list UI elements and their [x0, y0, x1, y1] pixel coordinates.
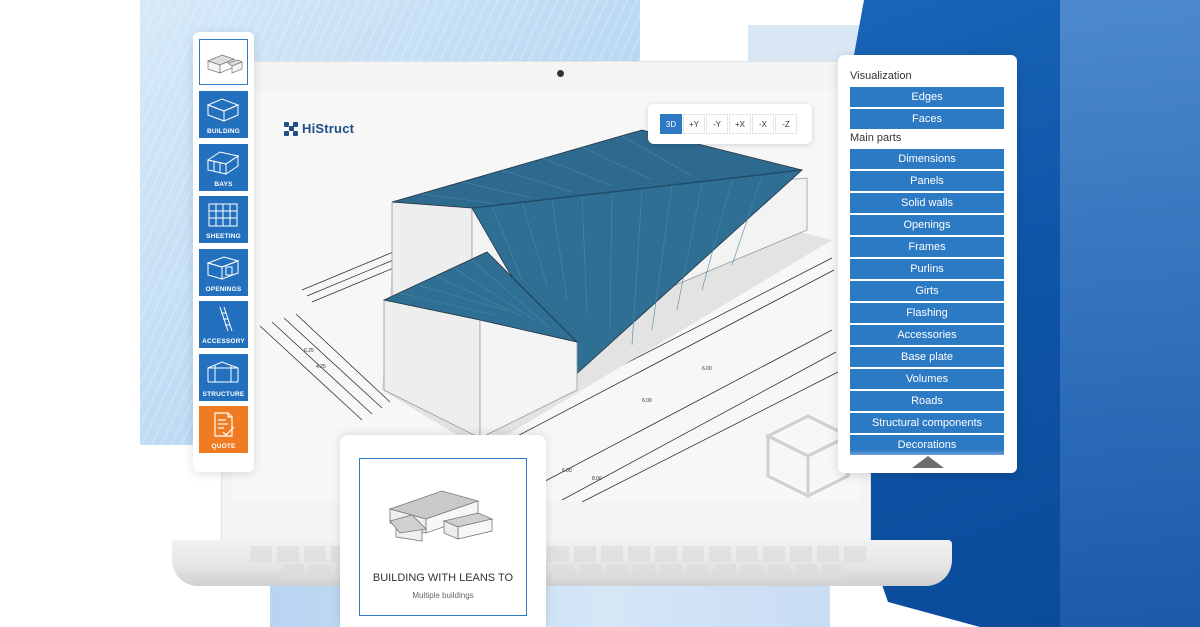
toggle-flashing[interactable]: Flashing	[850, 303, 1004, 323]
step-label: OPENINGS	[205, 285, 242, 293]
toggle-roads[interactable]: Roads	[850, 391, 1004, 411]
svg-text:6.00: 6.00	[642, 398, 652, 404]
toggle-edges[interactable]: Edges	[850, 87, 1004, 107]
background-blue-overlay	[1060, 0, 1200, 627]
visualization-label: Visualization	[850, 70, 912, 82]
view-button-plus-y[interactable]: +Y	[683, 114, 705, 134]
toggle-base-plate[interactable]: Base plate	[850, 347, 1004, 367]
step-label: ACCESSORY	[202, 338, 245, 345]
toggle-frames[interactable]: Frames	[850, 237, 1004, 257]
svg-text:4.25: 4.25	[316, 364, 326, 370]
accessory-icon	[219, 306, 233, 332]
step-bays[interactable]: BAYS	[199, 143, 248, 191]
building-thumbnail-icon	[206, 54, 243, 74]
toggle-volumes[interactable]: Volumes	[850, 369, 1004, 389]
step-accessory[interactable]: ACCESSORY	[199, 301, 248, 348]
toggle-structural-components[interactable]: Structural components	[850, 413, 1004, 433]
scroll-up-arrow-icon[interactable]	[912, 456, 944, 468]
building-card-title: BUILDING WITH LEANS TO	[372, 572, 514, 584]
svg-text:6.25: 6.25	[304, 348, 314, 354]
building-thumbnail[interactable]	[199, 39, 248, 85]
building-with-leans-illustration	[388, 490, 494, 542]
sheeting-icon	[208, 203, 238, 227]
step-building[interactable]: BUILDING	[199, 91, 248, 138]
building-type-card[interactable]: BUILDING WITH LEANS TO Multiple building…	[359, 458, 527, 616]
histruct-logo: HiStruct	[284, 121, 354, 136]
laptop-camera	[557, 70, 564, 77]
step-label: QUOTE	[211, 443, 236, 450]
step-structure[interactable]: STRUCTURE	[199, 353, 248, 401]
view-toolbar: 3D +Y -Y +X -X -Z	[648, 104, 812, 144]
view-button-minus-x[interactable]: -X	[752, 114, 774, 134]
step-label: STRUCTURE	[202, 390, 245, 398]
view-button-minus-z[interactable]: -Z	[775, 114, 797, 134]
svg-text:6.00: 6.00	[702, 366, 712, 372]
toggle-girts[interactable]: Girts	[850, 281, 1004, 301]
openings-icon	[206, 255, 240, 280]
step-quote[interactable]: QUOTE	[199, 406, 248, 453]
building-card-subtitle: Multiple buildings	[412, 591, 474, 600]
view-button-minus-y[interactable]: -Y	[706, 114, 728, 134]
step-label: BUILDING	[206, 128, 240, 135]
bays-icon	[206, 150, 240, 175]
step-sheeting[interactable]: SHEETING	[199, 196, 248, 243]
svg-text:8.00: 8.00	[592, 476, 602, 482]
logo-text: HiStruct	[302, 121, 355, 136]
step-openings[interactable]: OPENINGS	[199, 248, 248, 296]
quote-icon	[214, 412, 235, 437]
view-button-plus-x[interactable]: +X	[729, 114, 751, 134]
building-icon	[206, 98, 240, 122]
configuration-steps: BUILDING BAYS SHEETING OPENINGS ACCESSOR…	[193, 32, 254, 472]
toggle-openings[interactable]: Openings	[850, 215, 1004, 235]
toggle-faces[interactable]: Faces	[850, 109, 1004, 129]
svg-text:6.00: 6.00	[562, 468, 572, 474]
toggle-dimensions[interactable]: Dimensions	[850, 149, 1004, 169]
toggle-panels[interactable]: Panels	[850, 171, 1004, 191]
toggle-purlins[interactable]: Purlins	[850, 259, 1004, 279]
view-button-3d[interactable]: 3D	[660, 114, 682, 134]
toggle-solid-walls[interactable]: Solid walls	[850, 193, 1004, 213]
logo-mark-icon	[284, 121, 298, 136]
step-label: BAYS	[214, 180, 233, 188]
toggle-accessories[interactable]: Accessories	[850, 325, 1004, 345]
step-label: SHEETING	[206, 233, 241, 240]
main-parts-label: Main parts	[850, 132, 902, 144]
parts-panel: Visualization Edges Faces Main parts Dim…	[838, 55, 1017, 473]
structure-icon	[207, 360, 239, 382]
